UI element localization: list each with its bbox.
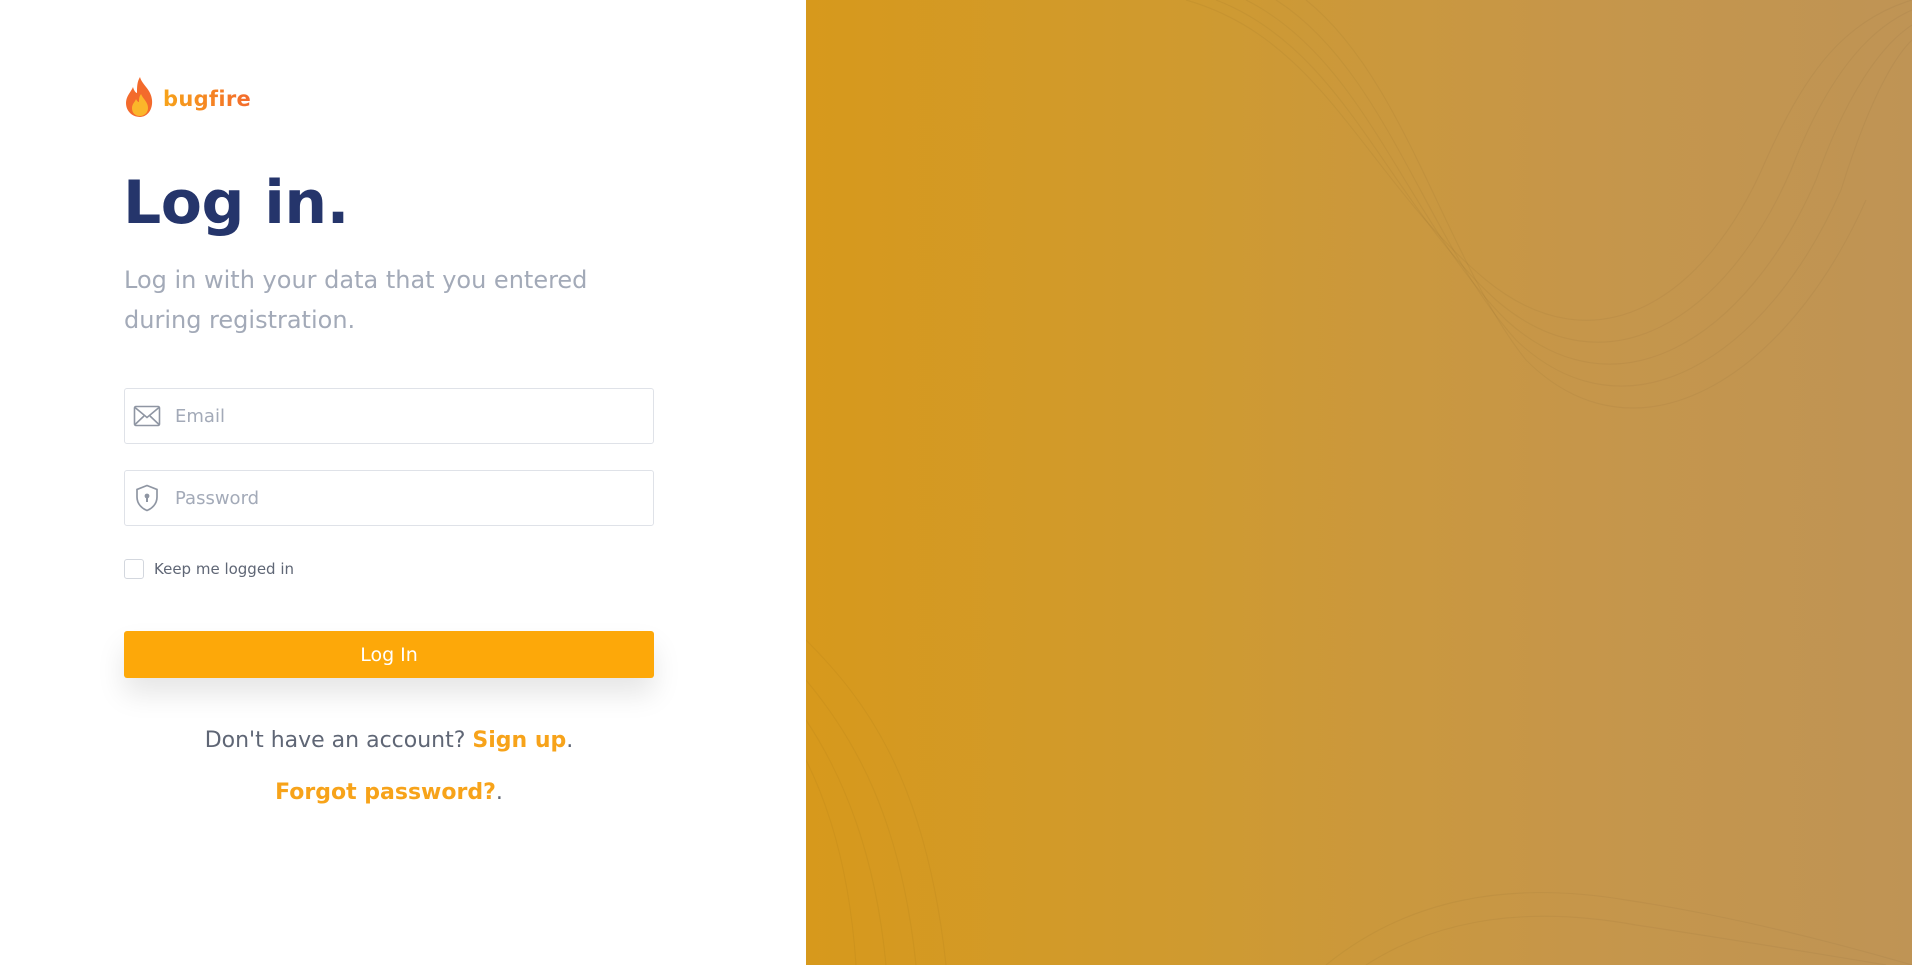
page-title: Log in. bbox=[123, 168, 349, 238]
forgot-suffix: . bbox=[495, 780, 503, 805]
decorative-panel bbox=[806, 0, 1912, 965]
shield-lock-icon bbox=[133, 484, 161, 512]
login-button[interactable]: Log In bbox=[124, 631, 654, 678]
envelope-icon bbox=[133, 402, 161, 430]
password-field[interactable] bbox=[124, 470, 654, 526]
signup-prompt-text: Don't have an account? bbox=[204, 728, 473, 753]
forgot-password-link[interactable]: Forgot password? bbox=[275, 780, 496, 805]
login-panel: bugfire Log in. Log in with your data th… bbox=[0, 0, 806, 965]
signup-suffix: . bbox=[566, 728, 574, 753]
flame-icon bbox=[123, 76, 157, 122]
remember-me-label: Keep me logged in bbox=[154, 560, 295, 578]
brand-name: bugfire bbox=[163, 87, 252, 111]
signup-prompt: Don't have an account? Sign up. bbox=[124, 728, 654, 753]
password-input[interactable] bbox=[173, 477, 637, 519]
page-subtitle: Log in with your data that you entered d… bbox=[124, 266, 588, 334]
email-field[interactable] bbox=[124, 388, 654, 444]
forgot-password-line: Forgot password?. bbox=[124, 780, 654, 805]
login-page: bugfire Log in. Log in with your data th… bbox=[0, 0, 1912, 965]
signup-link[interactable]: Sign up bbox=[472, 728, 566, 753]
remember-me-option[interactable]: Keep me logged in bbox=[124, 557, 294, 581]
remember-me-checkbox[interactable] bbox=[124, 559, 144, 579]
email-input[interactable] bbox=[173, 395, 637, 437]
brand-logo[interactable]: bugfire bbox=[123, 77, 251, 121]
contour-pattern bbox=[806, 0, 1912, 965]
